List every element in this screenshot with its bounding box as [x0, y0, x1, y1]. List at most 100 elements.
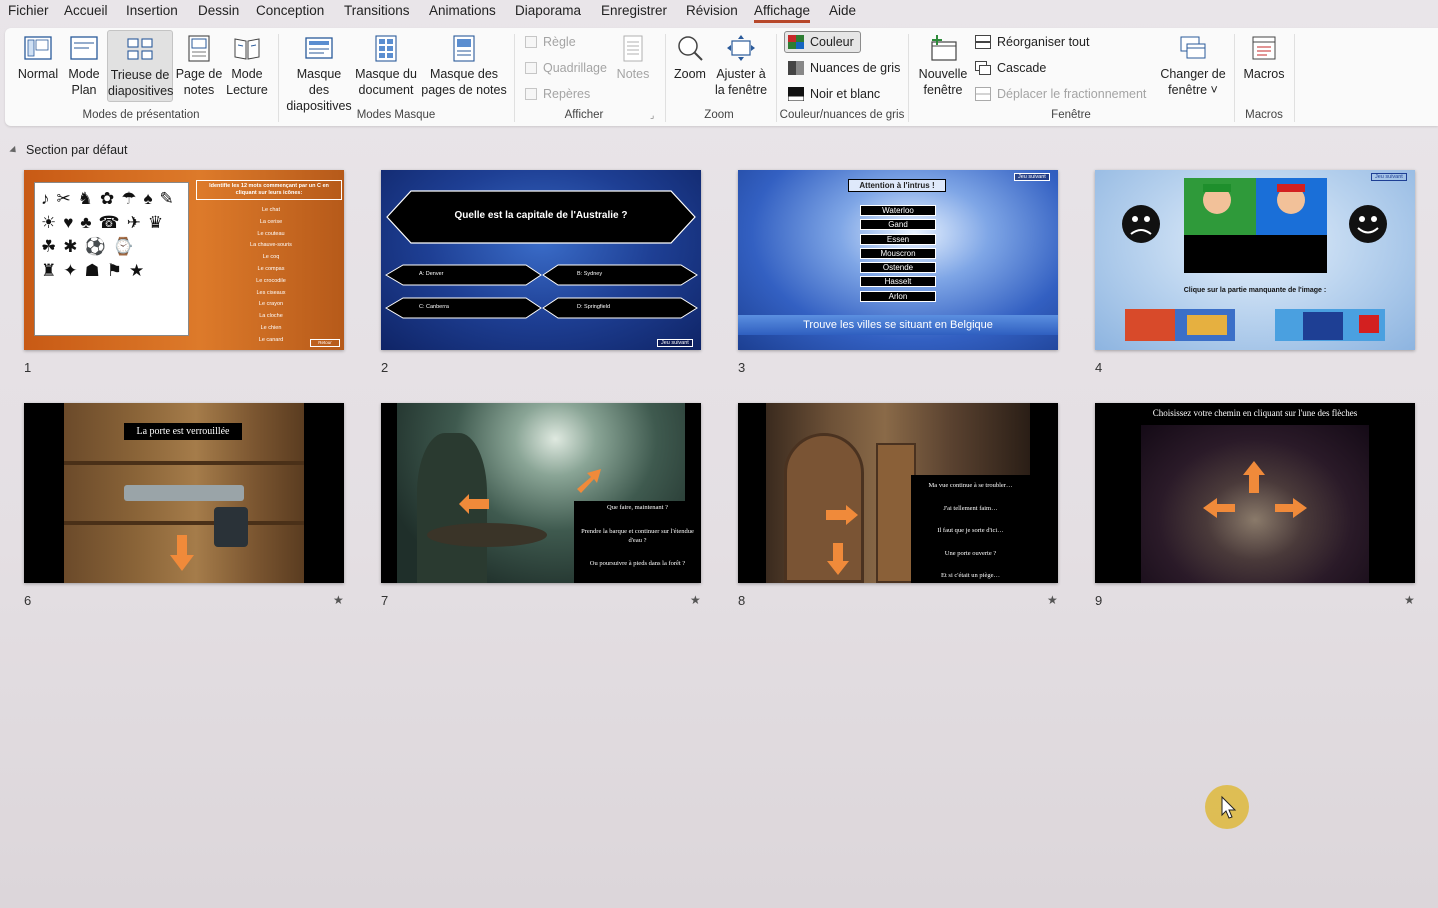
- ruler-check: [525, 36, 537, 48]
- ruler-checkbox[interactable]: Règle: [525, 31, 576, 53]
- macros-icon: [1252, 36, 1276, 60]
- slide1-word-list: Le chat La cerise Le couteau La chauve-sour…: [196, 205, 344, 347]
- group-label-zoom: Zoom: [704, 109, 734, 121]
- slide-number-4: 4: [1095, 360, 1103, 375]
- slide-number-1: 1: [24, 360, 32, 375]
- ajuster-label-1: Ajuster à: [716, 67, 766, 81]
- group-label-presentation: Modes de présentation: [82, 109, 200, 121]
- menu-animations[interactable]: Animations: [429, 3, 496, 18]
- slide2-answer-b: B: Sydney: [577, 271, 603, 277]
- grayscale-icon: [788, 61, 804, 75]
- black-white-button[interactable]: Noir et blanc: [788, 83, 880, 105]
- menu-dessin[interactable]: Dessin: [198, 3, 239, 18]
- slide-thumbnail-7[interactable]: Que faire, maintenant ? Prendre la barqu…: [381, 403, 701, 583]
- slide4-caption: Clique sur la partie manquante de l'imag…: [1183, 287, 1327, 294]
- slide-master-button[interactable]: Masque des diapositives: [285, 30, 353, 113]
- normal-view-button[interactable]: Normal: [12, 30, 64, 102]
- cascade-label: Cascade: [997, 61, 1047, 75]
- slide-thumbnail-3[interactable]: Attention à l'intrus ! Waterloo Gand Essen…: [738, 170, 1058, 350]
- outline-view-icon: [70, 36, 98, 60]
- menu-fichier[interactable]: Fichier: [8, 3, 49, 18]
- slide1-word: La cerise: [259, 218, 283, 225]
- slide-thumbnail-8[interactable]: Ma vue continue à se troubler… J'ai telle…: [738, 403, 1058, 583]
- menu-aide[interactable]: Aide: [829, 3, 856, 18]
- slide-number-9: 9: [1095, 593, 1103, 608]
- slide3-city: Arlon: [860, 290, 936, 302]
- collapse-chevron-icon[interactable]: [9, 145, 19, 156]
- slide1-word: Les ciseaux: [256, 289, 286, 296]
- group-label-couleur: Couleur/nuances de gris: [779, 109, 905, 121]
- mode-plan-label-2: Plan: [71, 83, 97, 97]
- new-window-button[interactable]: Nouvelle fenêtre: [915, 30, 971, 102]
- mode-plan-label-1: Mode: [68, 67, 100, 81]
- menu-bar: Fichier Accueil Insertion Dessin Concept…: [0, 0, 1438, 24]
- macros-button[interactable]: Macros: [1239, 30, 1289, 102]
- slide-thumbnail-2[interactable]: Quelle est la capitale de l'Australie ? …: [381, 170, 701, 350]
- animation-star-icon: ★: [690, 593, 701, 607]
- menu-accueil[interactable]: Accueil: [64, 3, 108, 18]
- cascade-button[interactable]: Cascade: [975, 57, 1046, 79]
- icons-panel: ♪✂♞✿☂♠✎☀♥♣☎✈♛☘✱⚽⌚♜✦☗⚑★: [34, 182, 189, 336]
- slide1-retour-button: Retour: [310, 339, 340, 347]
- menu-conception[interactable]: Conception: [256, 3, 324, 18]
- slide3-next-button: Jeu suivant: [1014, 173, 1050, 181]
- slide2-question: Quelle est la capitale de l'Australie ?: [454, 210, 628, 221]
- notes-page-button[interactable]: Page de notes: [175, 30, 223, 102]
- arrange-all-button[interactable]: Réorganiser tout: [975, 31, 1089, 53]
- masque-pages-notes-label-1: Masque des: [429, 67, 499, 81]
- slide3-city: Essen: [860, 233, 936, 245]
- changer-fenetre-label-1: Changer de: [1160, 67, 1226, 81]
- switch-windows-button[interactable]: Changer de fenêtre ˅: [1157, 30, 1229, 102]
- outline-view-button[interactable]: Mode Plan: [63, 30, 105, 102]
- slide2-answer-c: C: Canberra: [419, 304, 449, 310]
- guides-checkbox[interactable]: Repères: [525, 83, 590, 105]
- slide1-word: Le chat: [261, 207, 281, 213]
- reading-view-button[interactable]: Mode Lecture: [224, 30, 270, 102]
- slide1-word: Le crayon: [258, 301, 284, 308]
- notes-master-button[interactable]: Masque des pages de notes: [420, 30, 508, 102]
- group-label-afficher: Afficher: [564, 109, 604, 121]
- fit-window-button[interactable]: Ajuster à la fenêtre: [712, 30, 770, 102]
- slide-number-8: 8: [738, 593, 746, 608]
- dialog-launcher-icon[interactable]: ⌟: [650, 110, 654, 121]
- slide-thumbnail-6[interactable]: La porte est verrouillée: [24, 403, 344, 583]
- slide-sorter-icon: [127, 38, 153, 60]
- gridlines-checkbox[interactable]: Quadrillage: [525, 57, 607, 79]
- silhouette-icons: ♪✂♞✿☂♠✎☀♥♣☎✈♛☘✱⚽⌚♜✦☗⚑★: [41, 189, 181, 280]
- masque-document-label-1: Masque du: [355, 67, 417, 81]
- menu-revision[interactable]: Révision: [686, 3, 738, 18]
- notes-icon: [623, 35, 643, 62]
- slide3-city: Gand: [860, 219, 936, 231]
- move-split-button[interactable]: Déplacer le fractionnement: [975, 83, 1146, 105]
- notes-page-icon: [188, 35, 210, 62]
- slide-master-icon: [305, 37, 333, 59]
- notes-button[interactable]: Notes: [614, 30, 652, 102]
- zoom-icon: [678, 36, 703, 61]
- slide-thumbnail-9[interactable]: Choisissez votre chemin en cliquant sur …: [1095, 403, 1415, 583]
- grayscale-button[interactable]: Nuances de gris: [788, 57, 900, 79]
- menu-affichage[interactable]: Affichage: [754, 3, 811, 23]
- slide3-city: Mouscron: [860, 247, 936, 259]
- slide-thumbnail-1[interactable]: ♪✂♞✿☂♠✎☀♥♣☎✈♛☘✱⚽⌚♜✦☗⚑★ Identifie les 12 …: [24, 170, 344, 350]
- slide-thumbnail-4[interactable]: Clique sur la partie manquante de l'imag…: [1095, 170, 1415, 350]
- slide2-answer-d: D: Springfield: [577, 304, 611, 310]
- menu-insertion[interactable]: Insertion: [126, 3, 178, 18]
- mode-lecture-label-2: Lecture: [226, 83, 268, 97]
- menu-diaporama[interactable]: Diaporama: [515, 3, 581, 18]
- color-button[interactable]: Couleur: [784, 31, 861, 53]
- menu-transitions[interactable]: Transitions: [344, 3, 410, 18]
- zoom-button[interactable]: Zoom: [670, 30, 710, 102]
- slide1-title: Identifie les 12 mots commençant par un …: [196, 180, 342, 200]
- slide3-title: Attention à l'intrus !: [848, 179, 946, 192]
- menu-enregistrer[interactable]: Enregistrer: [601, 3, 667, 18]
- black-white-icon: [788, 87, 804, 101]
- masque-pages-notes-label-2: pages de notes: [421, 83, 507, 97]
- section-header[interactable]: Section par défaut: [9, 143, 127, 157]
- slide-sorter-button[interactable]: Trieuse de diapositives: [107, 30, 173, 102]
- zoom-label: Zoom: [674, 67, 706, 81]
- reading-view-icon: [234, 38, 260, 60]
- masque-diapos-label-1: Masque des: [296, 67, 342, 97]
- slide3-footer: Trouve les villes se situant en Belgique: [738, 315, 1058, 335]
- handout-master-button[interactable]: Masque du document: [354, 30, 418, 102]
- slide3-city: Waterloo: [860, 205, 936, 216]
